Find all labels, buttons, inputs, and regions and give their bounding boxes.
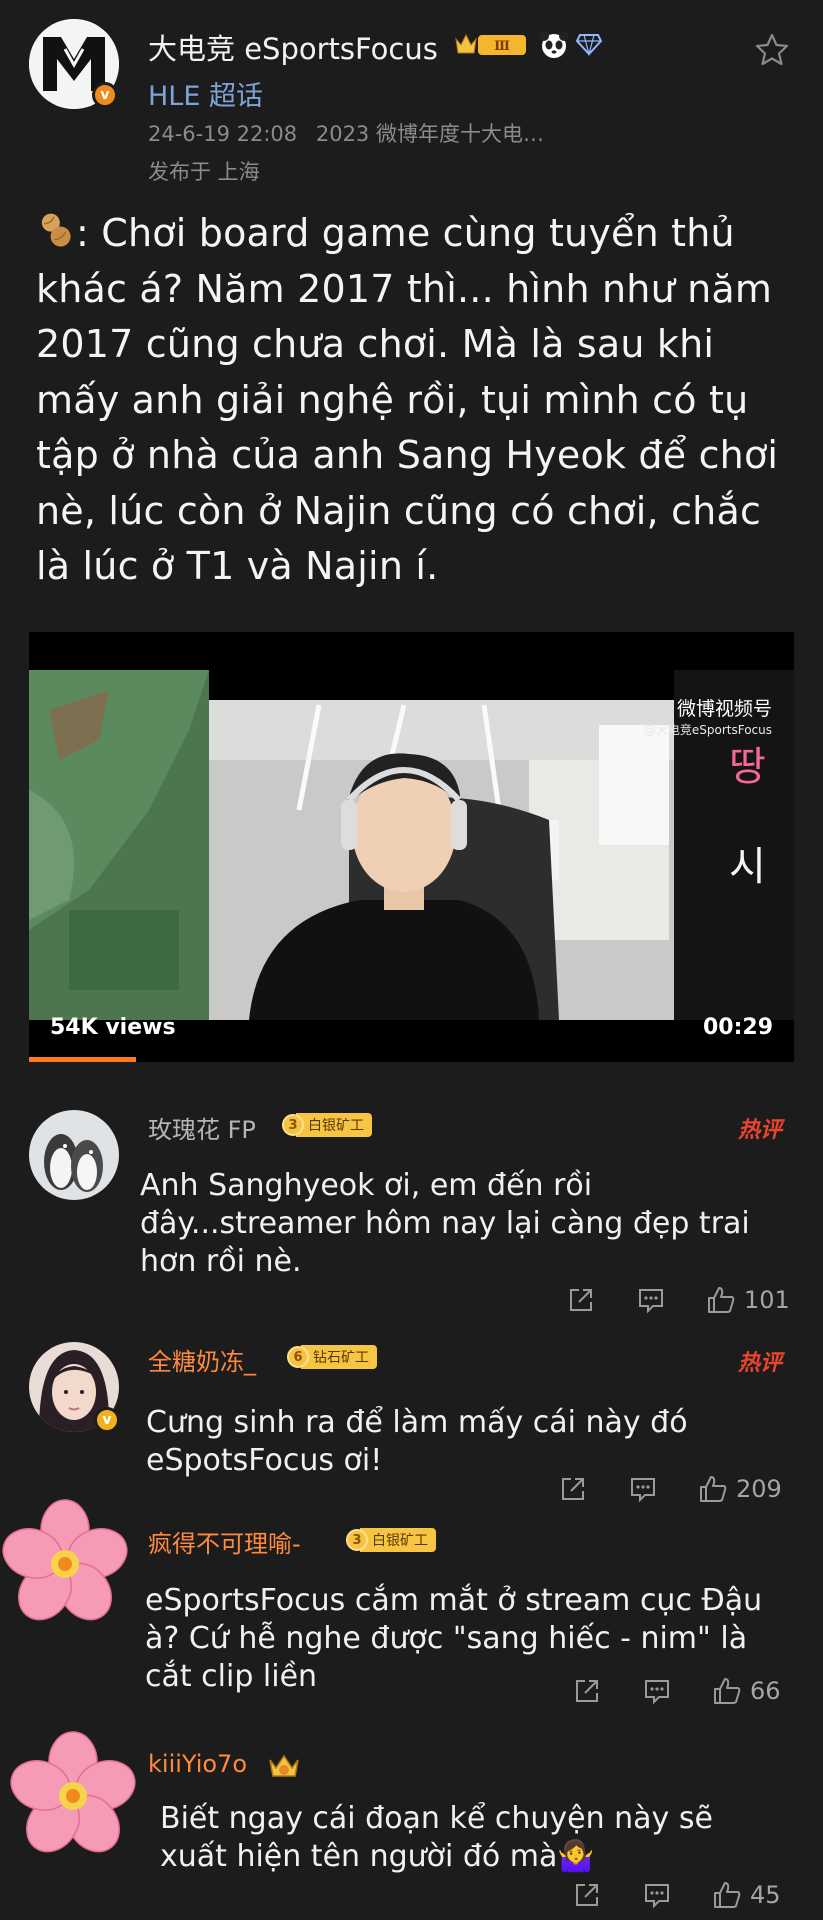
- hot-comment-tag: 热评: [738, 1351, 783, 1376]
- watermark-handle: @大电竞eSportsFocus: [643, 723, 772, 737]
- video-watermark: 微博视频号 @大电竞eSportsFocus: [644, 694, 772, 738]
- comment-actions: 66: [572, 1676, 781, 1706]
- post-location: 发布于 上海: [148, 160, 260, 184]
- svg-text:시: 시: [729, 844, 766, 890]
- share-icon[interactable]: [566, 1285, 596, 1315]
- peanut-icon: [41, 213, 71, 247]
- svg-text:땅: 땅: [729, 744, 766, 790]
- like-icon[interactable]: [712, 1676, 742, 1706]
- post-timestamp: 24-6-19 22:08: [148, 122, 298, 146]
- level-badge: 3 白银矿工: [282, 1112, 372, 1138]
- comment-icon[interactable]: [642, 1676, 672, 1706]
- comment-author[interactable]: kiiiYio7o: [148, 1750, 247, 1778]
- like-icon[interactable]: [698, 1474, 728, 1504]
- diamond-icon: [576, 34, 602, 56]
- share-icon[interactable]: [572, 1880, 602, 1910]
- comment-author[interactable]: 全糖奶冻_: [148, 1342, 256, 1377]
- share-icon[interactable]: [558, 1474, 588, 1504]
- video-progress-bar[interactable]: [29, 1057, 137, 1062]
- crown-medal-icon: [269, 1754, 299, 1777]
- comment-icon[interactable]: [628, 1474, 658, 1504]
- topic-link[interactable]: HLE 超话: [148, 74, 263, 113]
- comment-icon[interactable]: [636, 1285, 666, 1315]
- cherry-blossom-avatar[interactable]: [8, 1726, 138, 1866]
- level-text: 白银矿工: [360, 1528, 436, 1552]
- favorite-star-icon[interactable]: [754, 32, 790, 68]
- comment-text: Anh Sanghyeok ơi, em đến rồi đây...strea…: [140, 1168, 750, 1279]
- comment-actions: 45: [572, 1880, 781, 1910]
- level-text: 钻石矿工: [301, 1345, 377, 1369]
- level-number: 3: [282, 1114, 304, 1136]
- post-body: : Chơi board game cùng tuyển thủ khác á?…: [36, 206, 796, 595]
- comment-actions: 209: [558, 1474, 782, 1504]
- verified-badge-icon: v: [92, 82, 118, 108]
- comment-author[interactable]: 疯得不可理喻-: [148, 1524, 301, 1559]
- level-badge: 3 白银矿工: [346, 1527, 436, 1553]
- hot-comment-tag: 热评: [738, 1118, 783, 1143]
- comment-author[interactable]: 玫瑰花 FP: [148, 1110, 256, 1145]
- like-count: 209: [736, 1475, 782, 1503]
- comment-icon[interactable]: [642, 1880, 672, 1910]
- post-meta: 24-6-19 22:08 2023 微博年度十大电…: [148, 118, 544, 148]
- verified-badge-icon: v: [94, 1407, 120, 1433]
- author-name[interactable]: 大电竞 eSportsFocus: [148, 26, 438, 68]
- like-count: 66: [750, 1677, 781, 1705]
- video-views: 54K views: [50, 1015, 176, 1040]
- like-count: 101: [744, 1286, 790, 1314]
- comment-text: Biết ngay cái đoạn kể chuyện này sẽ xuất…: [160, 1801, 713, 1874]
- video-player[interactable]: 땅 시 微博视频号 @大电竞eSportsFocus 54K views 00:…: [29, 632, 794, 1062]
- crown-level-badge-icon: Ⅲ: [455, 33, 526, 55]
- level-number: 3: [346, 1529, 368, 1551]
- like-icon[interactable]: [712, 1880, 742, 1910]
- penguin-avatar-image: [29, 1110, 119, 1200]
- level-badge: 6 钻石矿工: [287, 1344, 377, 1370]
- like-icon[interactable]: [706, 1285, 736, 1315]
- level-number: 6: [287, 1346, 309, 1368]
- crown-level-text: Ⅲ: [494, 39, 510, 54]
- comment-avatar[interactable]: [29, 1110, 119, 1200]
- post-source[interactable]: 2023 微博年度十大电…: [316, 122, 544, 146]
- comment-text: Cưng sinh ra để làm mấy cái này đó eSpot…: [146, 1405, 688, 1478]
- like-count: 45: [750, 1881, 781, 1909]
- level-text: 白银矿工: [296, 1113, 372, 1137]
- cherry-blossom-avatar[interactable]: [0, 1494, 130, 1634]
- panda-icon: [539, 31, 569, 58]
- video-duration: 00:29: [702, 1015, 773, 1040]
- watermark-title: 微博视频号: [676, 698, 772, 720]
- comment-actions: 101: [566, 1285, 790, 1315]
- post-body-text: : Chơi board game cùng tuyển thủ khác á?…: [36, 211, 779, 588]
- share-icon[interactable]: [572, 1676, 602, 1706]
